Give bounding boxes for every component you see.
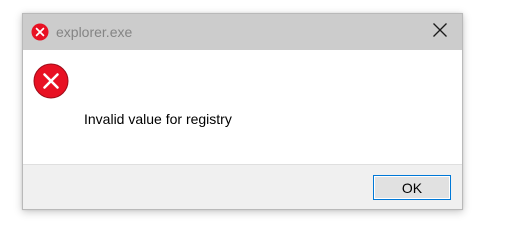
button-bar: OK (23, 164, 462, 209)
close-button[interactable] (418, 14, 462, 50)
title-bar[interactable]: explorer.exe (23, 14, 462, 50)
window-title: explorer.exe (56, 24, 133, 40)
error-message: Invalid value for registry (84, 111, 232, 127)
error-dialog: explorer.exe Invalid value for registry … (22, 13, 463, 210)
ok-button[interactable]: OK (373, 175, 451, 200)
error-icon (31, 23, 49, 41)
dialog-content: Invalid value for registry (23, 50, 462, 164)
error-icon (33, 63, 69, 99)
close-icon (432, 22, 448, 43)
